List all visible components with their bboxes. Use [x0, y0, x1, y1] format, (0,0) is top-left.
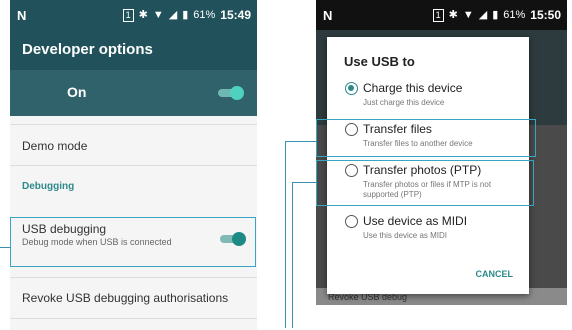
toggle-thumb: [230, 86, 244, 100]
cancel-button[interactable]: CANCEL: [476, 269, 514, 279]
master-switch-label: On: [67, 84, 87, 100]
section-header-debugging: Debugging: [22, 181, 75, 192]
battery-icon: ▮: [492, 9, 499, 21]
wifi-icon: ▼: [462, 9, 474, 21]
option-subtitle: Use this device as MIDI: [363, 231, 448, 240]
bluetooth-icon: ✱: [448, 9, 458, 21]
radio-selected-icon[interactable]: [345, 82, 358, 95]
bluetooth-icon: ✱: [138, 9, 148, 21]
battery-icon: ▮: [182, 9, 189, 21]
toggle-thumb: [232, 232, 246, 246]
notification-n-icon: N: [323, 8, 333, 23]
status-bar: N 1 ✱ ▼ ◢ ▮ 61% 15:49: [10, 0, 257, 30]
option-title: Use device as MIDI: [363, 214, 468, 228]
master-switch-bar[interactable]: On: [10, 70, 257, 116]
connector-line: [285, 141, 286, 328]
usb-debugging-title[interactable]: USB debugging: [22, 222, 106, 236]
option-title: Charge this device: [363, 81, 463, 95]
connector-line: [292, 182, 317, 183]
signal-icon: ◢: [168, 9, 178, 21]
divider: [10, 165, 257, 166]
divider: [10, 318, 257, 319]
status-bar: N 1 ✱ ▼ ◢ ▮ 61% 15:50: [316, 0, 567, 30]
developer-options-screen: N 1 ✱ ▼ ◢ ▮ 61% 15:49 Developer options …: [10, 0, 257, 330]
option-subtitle: Just charge this device: [363, 98, 445, 107]
usb-debugging-subtitle: Debug mode when USB is connected: [22, 237, 172, 247]
page-title: Developer options: [22, 41, 153, 58]
notification-n-icon: N: [17, 8, 27, 23]
dialog-title: Use USB to: [344, 54, 415, 69]
transfer-files-highlight: [316, 119, 536, 157]
battery-percent: 61%: [503, 9, 526, 21]
connector-line: [285, 141, 317, 142]
usb-debugging-toggle[interactable]: [220, 232, 246, 246]
wifi-icon: ▼: [152, 9, 164, 21]
transfer-photos-highlight: [316, 160, 534, 206]
revoke-usb-item[interactable]: Revoke USB debugging authorisations: [22, 291, 228, 305]
divider: [10, 277, 257, 278]
signal-icon: ◢: [478, 9, 488, 21]
sim-icon: 1: [122, 8, 134, 22]
radio-icon[interactable]: [345, 215, 358, 228]
battery-percent: 61%: [193, 9, 216, 21]
demo-mode-item[interactable]: Demo mode: [22, 139, 87, 153]
sim-icon: 1: [432, 8, 444, 22]
divider: [10, 124, 257, 125]
clock: 15:50: [530, 8, 561, 22]
connector-line: [292, 182, 293, 328]
master-toggle[interactable]: [218, 86, 244, 100]
clock: 15:49: [220, 8, 251, 22]
app-bar: Developer options: [10, 30, 257, 70]
connector-line: [0, 247, 11, 248]
